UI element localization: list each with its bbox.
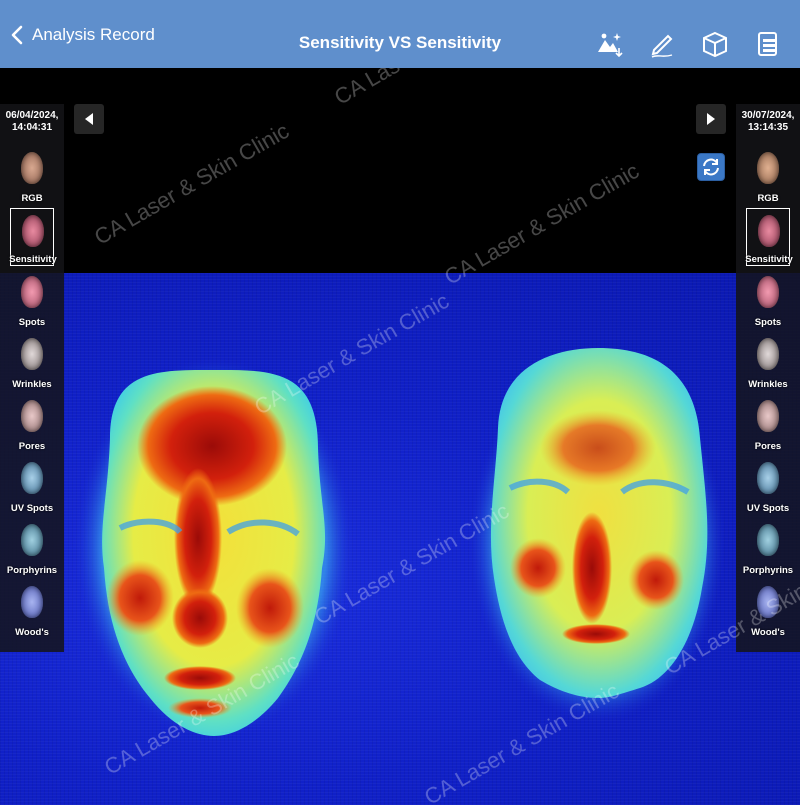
left-thumb-spots[interactable]: Spots [10,270,54,328]
page-title: Sensitivity VS Sensitivity [298,33,502,52]
swap-images-button[interactable] [697,153,725,181]
left-capture-panel: 06/04/2024, 14:04:31 RGB Sensitivity Spo… [0,104,64,652]
pencil-icon[interactable] [648,30,676,58]
report-icon[interactable] [754,30,782,58]
left-capture-datetime: 06/04/2024, 14:04:31 [0,110,64,134]
right-thumb-pores[interactable]: Pores [746,394,790,452]
back-label: Analysis Record [32,25,155,44]
image-adjust-icon[interactable] [596,30,624,58]
left-date: 06/04/2024, [5,110,59,121]
left-thumb-porphyrins[interactable]: Porphyrins [7,518,57,576]
right-thumb-sensitivity[interactable]: Sensitivity [745,208,793,266]
left-time: 14:04:31 [11,122,53,133]
right-thumb-wrinkles[interactable]: Wrinkles [746,332,790,390]
chevron-left-icon [11,25,23,45]
left-thumb-pores[interactable]: Pores [10,394,54,452]
right-thumb-rgb[interactable]: RGB [746,146,790,204]
refresh-icon [703,158,719,176]
comparison-viewer: 06/04/2024, 14:04:31 RGB Sensitivity Spo… [0,68,800,805]
navigation-bar: Analysis Record Sensitivity VS Sensitivi… [0,0,800,68]
left-thumb-woods[interactable]: Wood's [10,580,54,638]
sensitivity-heatmap-images [74,348,725,738]
next-image-button[interactable] [696,104,726,134]
triangle-right-icon [707,113,715,125]
triangle-left-icon [85,113,93,125]
right-thumb-uv-spots[interactable]: UV Spots [746,456,790,514]
cube-icon[interactable] [701,30,729,58]
right-thumb-spots[interactable]: Spots [746,270,790,328]
right-date: 30/07/2024, [741,110,795,121]
right-capture-datetime: 30/07/2024, 13:14:35 [736,110,800,134]
left-thumb-rgb[interactable]: RGB [10,146,54,204]
right-thumb-porphyrins[interactable]: Porphyrins [743,518,793,576]
right-capture-panel: 30/07/2024, 13:14:35 RGB Sensitivity Spo… [736,104,800,652]
left-thumb-uv-spots[interactable]: UV Spots [10,456,54,514]
previous-image-button[interactable] [74,104,104,134]
right-time: 13:14:35 [747,122,789,133]
right-thumb-woods[interactable]: Wood's [746,580,790,638]
left-thumb-sensitivity[interactable]: Sensitivity [9,208,57,266]
left-thumb-wrinkles[interactable]: Wrinkles [10,332,54,390]
back-button[interactable]: Analysis Record [10,22,155,48]
